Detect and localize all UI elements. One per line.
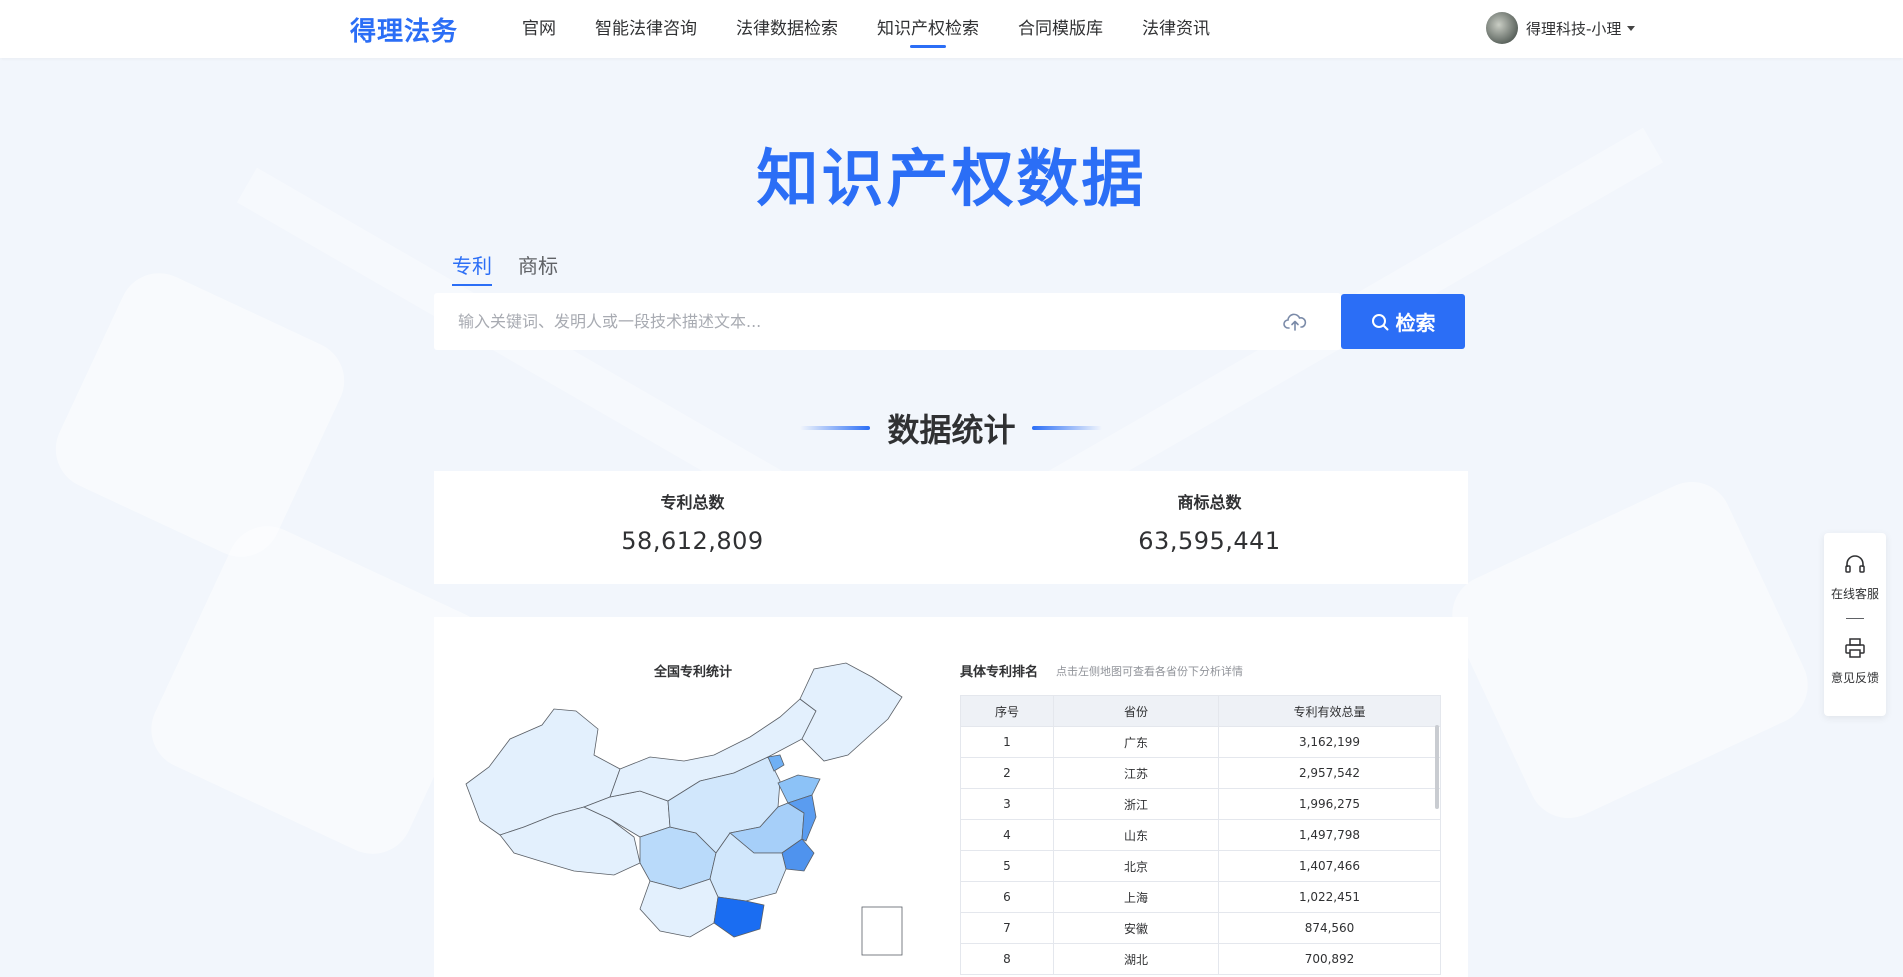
nav-item-official-site[interactable]: 官网 xyxy=(522,0,556,58)
nav-item-legal-consult[interactable]: 智能法律咨询 xyxy=(595,0,697,58)
patent-stat: 专利总数 58,612,809 xyxy=(434,471,951,555)
patent-total-value: 58,612,809 xyxy=(621,527,764,555)
user-menu[interactable]: 得理科技-小理 xyxy=(1486,12,1636,44)
patent-count-cell: 1,022,451 xyxy=(1218,881,1441,913)
section-title-decoration-right xyxy=(1032,426,1102,430)
nav-item-ip-search[interactable]: 知识产权检索 xyxy=(877,0,979,58)
search-input[interactable] xyxy=(434,293,1254,350)
south-china-sea-inset xyxy=(861,906,903,956)
nav-item-legal-news[interactable]: 法律资讯 xyxy=(1142,0,1210,58)
province-cell: 湖北 xyxy=(1053,943,1219,975)
patent-count-cell: 1,407,466 xyxy=(1218,850,1441,882)
search-box xyxy=(434,293,1341,350)
table-row[interactable]: 2 江苏 2,957,542 xyxy=(960,757,1441,789)
province-cell: 上海 xyxy=(1053,881,1219,913)
province-cell: 广东 xyxy=(1053,726,1219,758)
table-row[interactable]: 8 湖北 700,892 xyxy=(960,943,1441,975)
province-cell: 北京 xyxy=(1053,850,1219,882)
province-cell: 山东 xyxy=(1053,819,1219,851)
background-decoration xyxy=(1439,468,1821,832)
stats-card: 专利总数 58,612,809 商标总数 63,595,441 xyxy=(434,471,1468,584)
rank-cell: 2 xyxy=(960,757,1054,789)
map-region[interactable] xyxy=(777,774,821,804)
patent-total-label: 专利总数 xyxy=(660,493,725,512)
divider xyxy=(1846,618,1864,619)
rank-cell: 1 xyxy=(960,726,1054,758)
avatar xyxy=(1486,12,1518,44)
patent-count-cell: 3,162,199 xyxy=(1218,726,1441,758)
column-header-province: 省份 xyxy=(1053,695,1219,727)
user-name: 得理科技-小理 xyxy=(1526,19,1622,38)
trademark-total-value: 63,595,441 xyxy=(1138,527,1281,555)
page-title: 知识产权数据 xyxy=(756,142,1147,215)
headset-icon xyxy=(1845,555,1865,573)
ranking-table: 序号 省份 专利有效总量 1 广东 3,162,199 2 江苏 2,957,542 3… xyxy=(960,695,1441,975)
main-nav: 官网 智能法律咨询 法律数据检索 知识产权检索 合同模版库 法律资讯 xyxy=(522,0,1249,58)
table-row[interactable]: 3 浙江 1,996,275 xyxy=(960,788,1441,820)
tab-trademark[interactable]: 商标 xyxy=(518,250,558,286)
column-header-rank: 序号 xyxy=(960,695,1054,727)
search-button-label: 检索 xyxy=(1395,311,1436,335)
trademark-total-label: 商标总数 xyxy=(1177,493,1242,512)
caret-down-icon xyxy=(1627,25,1636,31)
province-cell: 江苏 xyxy=(1053,757,1219,789)
map-region[interactable] xyxy=(799,662,903,762)
online-service-button[interactable]: 在线客服 xyxy=(1824,553,1886,602)
ranking-hint: 点击左侧地图可查看各省份下分析详情 xyxy=(1056,665,1243,678)
rank-cell: 4 xyxy=(960,819,1054,851)
table-row[interactable]: 1 广东 3,162,199 xyxy=(960,726,1441,758)
table-row[interactable]: 4 山东 1,497,798 xyxy=(960,819,1441,851)
rank-cell: 8 xyxy=(960,943,1054,975)
tab-patent[interactable]: 专利 xyxy=(452,250,492,286)
search-icon xyxy=(1371,313,1388,330)
section-title: 数据统计 xyxy=(887,411,1016,449)
china-patent-map[interactable] xyxy=(464,657,924,967)
province-cell: 浙江 xyxy=(1053,788,1219,820)
top-navbar: 得理法务 官网 智能法律咨询 法律数据检索 知识产权检索 合同模版库 法律资讯 … xyxy=(0,0,1903,58)
patent-count-cell: 874,560 xyxy=(1218,912,1441,944)
table-row[interactable]: 5 北京 1,407,466 xyxy=(960,850,1441,882)
search-button[interactable]: 检索 xyxy=(1341,294,1465,349)
province-cell: 安徽 xyxy=(1053,912,1219,944)
printer-icon xyxy=(1845,638,1865,658)
nav-item-contract-templates[interactable]: 合同模版库 xyxy=(1018,0,1103,58)
rank-cell: 5 xyxy=(960,850,1054,882)
trademark-stat: 商标总数 63,595,441 xyxy=(951,471,1468,555)
patent-count-cell: 700,892 xyxy=(1218,943,1441,975)
column-header-patent-total: 专利有效总量 xyxy=(1218,695,1441,727)
brand-logo[interactable]: 得理法务 xyxy=(350,11,458,48)
online-service-label: 在线客服 xyxy=(1830,587,1879,601)
patent-statistics-panel: 全国专利统计 具体专利排名 点击左侧地图可查看各省份下分析详情 序号 省份 专利… xyxy=(434,617,1468,977)
rank-cell: 6 xyxy=(960,881,1054,913)
patent-count-cell: 1,996,275 xyxy=(1218,788,1441,820)
table-row[interactable]: 7 安徽 874,560 xyxy=(960,912,1441,944)
map-region[interactable] xyxy=(713,896,765,938)
patent-count-cell: 1,497,798 xyxy=(1218,819,1441,851)
nav-item-legal-search[interactable]: 法律数据检索 xyxy=(736,0,838,58)
feedback-button[interactable]: 意见反馈 xyxy=(1824,637,1886,686)
patent-count-cell: 2,957,542 xyxy=(1218,757,1441,789)
feedback-label: 意见反馈 xyxy=(1830,671,1879,685)
cloud-upload-icon[interactable] xyxy=(1283,311,1307,333)
table-row[interactable]: 6 上海 1,022,451 xyxy=(960,881,1441,913)
rank-cell: 3 xyxy=(960,788,1054,820)
floating-toolbar: 在线客服 意见反馈 xyxy=(1824,533,1886,716)
ranking-title: 具体专利排名 xyxy=(960,665,1039,680)
rank-cell: 7 xyxy=(960,912,1054,944)
table-scrollbar[interactable] xyxy=(1435,725,1439,809)
table-header-row: 序号 省份 专利有效总量 xyxy=(960,695,1441,727)
search-type-tabs: 专利 商标 xyxy=(452,250,584,286)
